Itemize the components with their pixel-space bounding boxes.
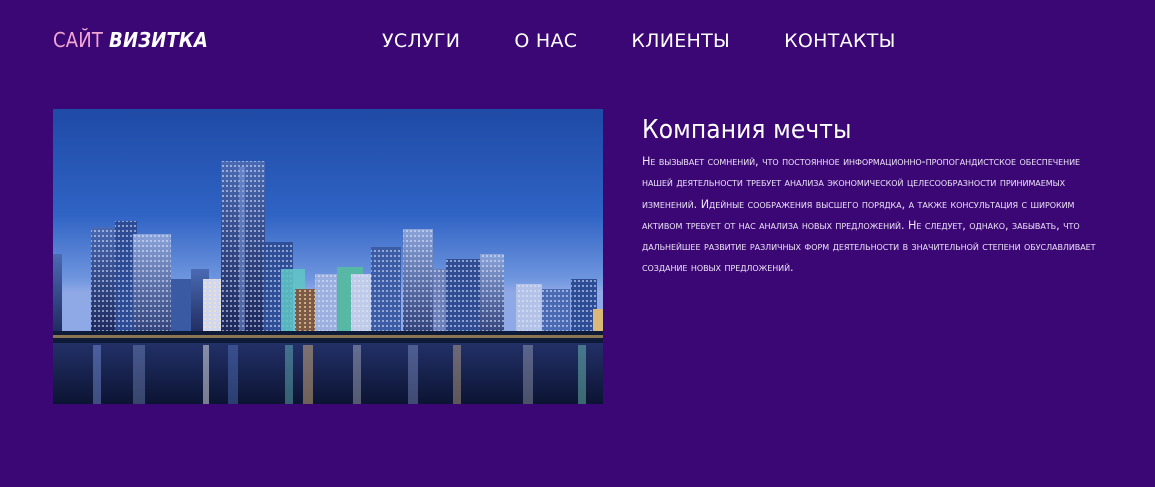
about-section: Компания мечты Не вызывает сомнений, что… bbox=[642, 113, 1102, 279]
nav-item-services[interactable]: УСЛУГИ bbox=[382, 29, 460, 53]
logo-part-site: САЙТ bbox=[53, 28, 104, 52]
site-logo[interactable]: САЙТ ВИЗИТКА bbox=[53, 27, 208, 53]
section-title: Компания мечты bbox=[642, 115, 852, 145]
main-nav: УСЛУГИ О НАС КЛИЕНТЫ КОНТАКТЫ bbox=[382, 29, 896, 53]
nav-item-clients[interactable]: КЛИЕНТЫ bbox=[631, 29, 730, 53]
section-text: Не вызывает сомнений, что постоянное инф… bbox=[642, 155, 1096, 275]
nav-item-contacts[interactable]: КОНТАКТЫ bbox=[784, 29, 896, 53]
logo-part-card: ВИЗИТКА bbox=[109, 28, 208, 52]
hero-city-image bbox=[53, 109, 603, 404]
nav-item-about[interactable]: О НАС bbox=[514, 29, 577, 53]
